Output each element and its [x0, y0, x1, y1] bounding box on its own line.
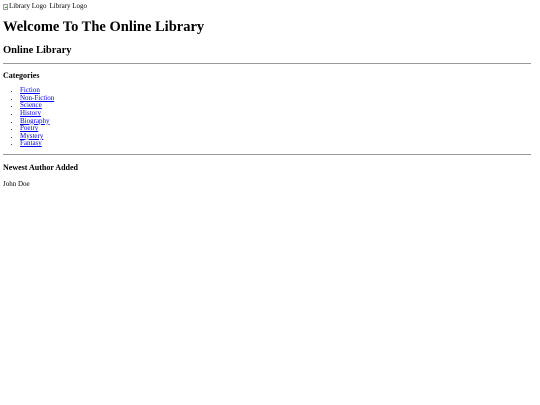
page-subtitle: Online Library: [3, 44, 72, 56]
divider: [3, 154, 531, 156]
categories-heading: Categories: [3, 71, 40, 81]
categories-section: Categories Fiction Non-Fiction Science H…: [3, 72, 531, 148]
categories-list: Fiction Non-Fiction Science History Biog…: [3, 86, 531, 148]
page: Library Logo Library Logo Welcome To The…: [0, 0, 534, 189]
list-item: Poetry: [20, 124, 531, 133]
broken-image-icon: [3, 4, 8, 10]
site-header: Library Logo Library Logo Welcome To The…: [3, 2, 531, 56]
newest-author-section: Newest Author Added John Doe: [3, 163, 531, 188]
list-item: Non-Fiction: [20, 94, 531, 103]
list-item: Mystery: [20, 132, 531, 141]
logo-alt-text: Library Logo: [9, 2, 47, 11]
category-link-fantasy[interactable]: Fantasy: [20, 139, 42, 148]
list-item: Fantasy: [20, 140, 531, 148]
list-item: History: [20, 109, 531, 118]
library-logo-image: Library Logo: [3, 2, 47, 11]
newest-author-name: John Doe: [3, 179, 30, 188]
list-item: Science: [20, 102, 531, 110]
logo-text: Library Logo: [49, 2, 88, 11]
logo-row: Library Logo Library Logo: [3, 2, 531, 11]
divider: [3, 63, 531, 65]
list-item: Fiction: [20, 86, 531, 95]
list-item: Biography: [20, 117, 531, 126]
page-title: Welcome To The Online Library: [3, 19, 205, 35]
newest-author-heading: Newest Author Added: [3, 163, 78, 173]
